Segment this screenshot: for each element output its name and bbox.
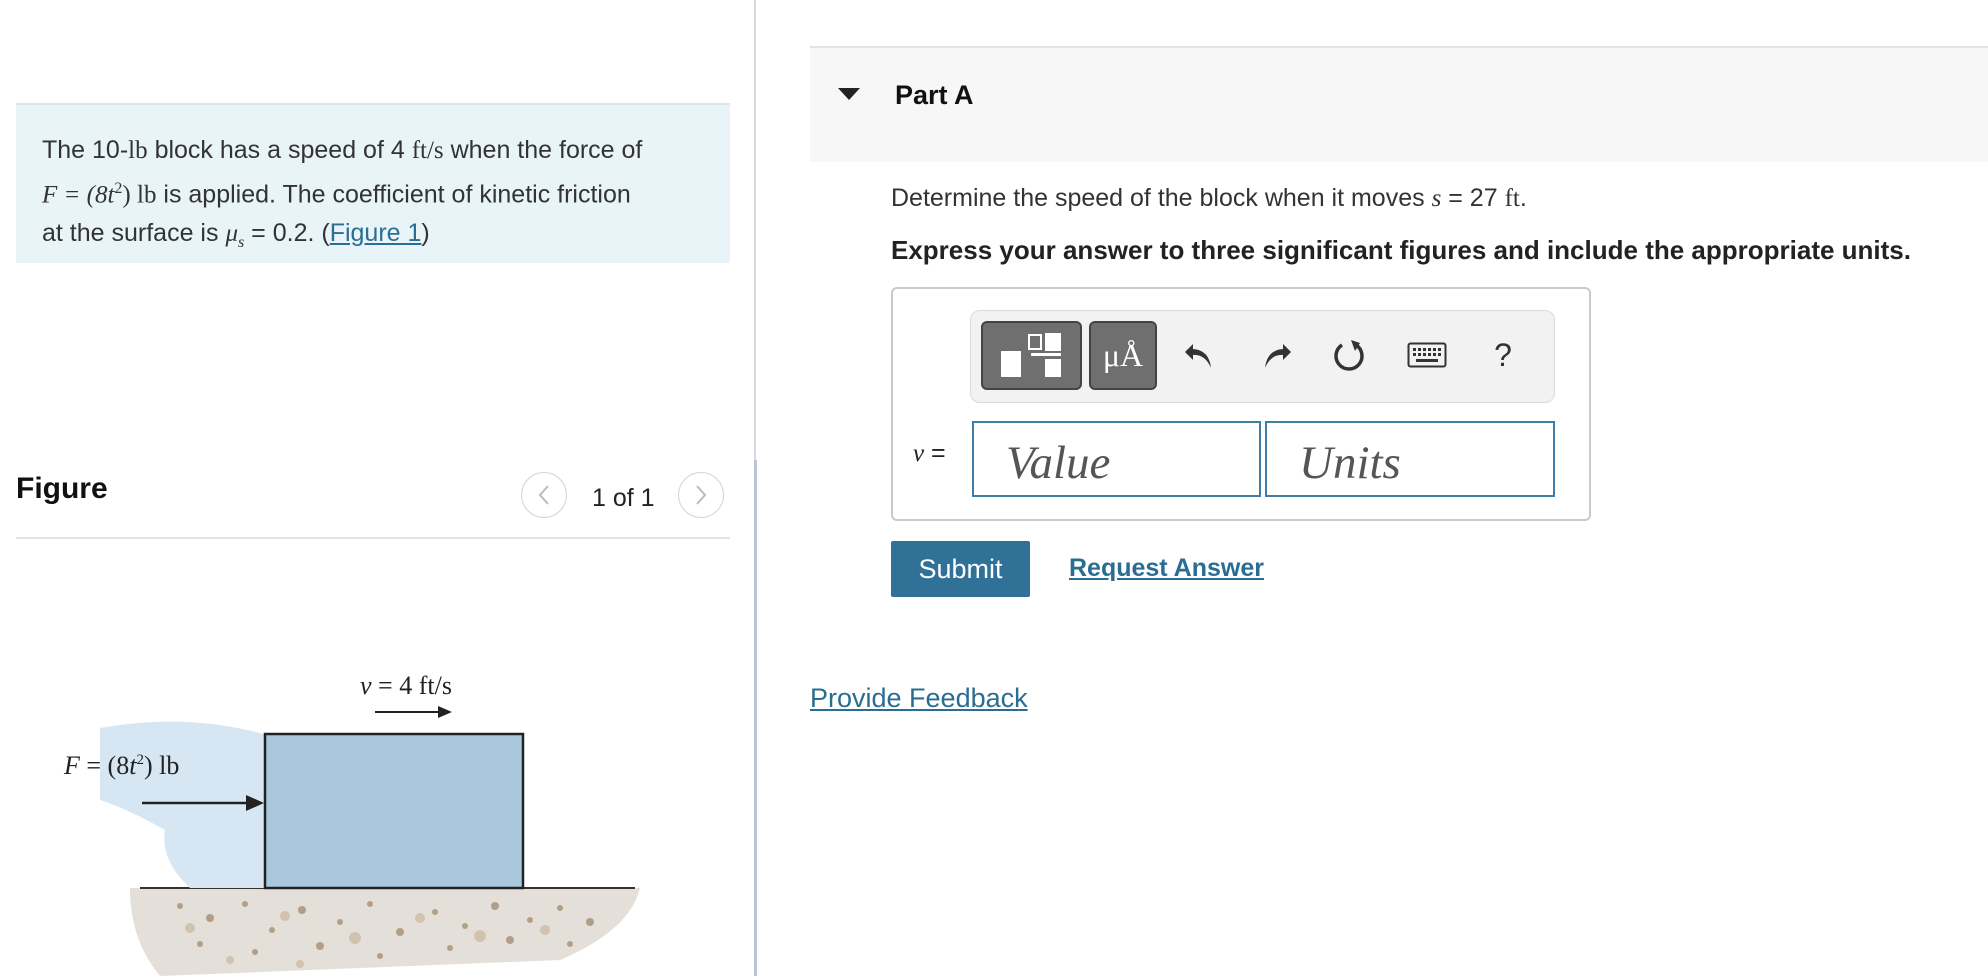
problem-text: block has a speed of 4 bbox=[147, 136, 412, 164]
undo-icon bbox=[1185, 344, 1211, 368]
problem-text: at the surface is bbox=[42, 219, 226, 248]
question-unit: ft bbox=[1504, 185, 1520, 212]
question-text: Determine the speed of the block when it… bbox=[891, 184, 1527, 213]
block bbox=[263, 732, 525, 890]
redo-button[interactable] bbox=[1251, 329, 1303, 381]
mu-symbol: μ bbox=[225, 220, 238, 248]
reset-icon bbox=[1334, 340, 1364, 371]
background-wash bbox=[100, 721, 270, 888]
figure-pager-count: 1 of 1 bbox=[592, 484, 655, 512]
undo-button[interactable] bbox=[1173, 329, 1225, 381]
redo-icon bbox=[1265, 344, 1291, 368]
ground-surface bbox=[130, 887, 640, 976]
question-text-start: Determine the speed of the block when it… bbox=[891, 184, 1432, 212]
value-input[interactable] bbox=[972, 421, 1261, 497]
keyboard-button[interactable] bbox=[1401, 329, 1453, 381]
force-equation: F = (8t bbox=[42, 181, 115, 209]
problem-text: = 0.2. ( bbox=[244, 219, 330, 248]
question-period: . bbox=[1519, 184, 1527, 212]
problem-text: is applied. The coefficient of kinetic f… bbox=[156, 180, 631, 209]
figure-link[interactable]: Figure 1 bbox=[330, 219, 422, 247]
answer-variable-label: v = bbox=[913, 439, 946, 468]
panel-divider-scroll-accent bbox=[754, 460, 757, 976]
question-value: = 27 bbox=[1441, 184, 1505, 212]
problem-text: when the force of bbox=[443, 136, 643, 164]
answer-equals: = bbox=[924, 439, 946, 467]
part-a-header[interactable]: Part A bbox=[810, 46, 1988, 162]
submit-button[interactable]: Submit bbox=[891, 541, 1030, 597]
chevron-left-icon bbox=[538, 485, 549, 505]
figure-divider bbox=[16, 537, 730, 539]
problem-text: The 10- bbox=[42, 136, 129, 164]
force-close: ) lb bbox=[122, 181, 157, 209]
problem-text: ) bbox=[421, 219, 430, 248]
keyboard-icon bbox=[1407, 342, 1447, 368]
next-figure-button[interactable] bbox=[678, 472, 724, 518]
velocity-arrow bbox=[375, 706, 452, 718]
chevron-right-icon bbox=[696, 485, 707, 505]
collapse-triangle-icon[interactable] bbox=[838, 88, 860, 100]
block-diagram-figure: v = 4 ft/s F = (8t2) lb bbox=[63, 671, 640, 976]
fraction-template-icon bbox=[1000, 332, 1061, 377]
units-input[interactable] bbox=[1265, 421, 1555, 497]
problem-statement: The 10-lb block has a speed of 4 ft/s wh… bbox=[16, 103, 730, 263]
question-variable: s bbox=[1431, 185, 1442, 212]
left-panel: The 10-lb block has a speed of 4 ft/s wh… bbox=[0, 0, 755, 976]
figure-heading: Figure bbox=[16, 472, 108, 505]
templates-button[interactable] bbox=[981, 321, 1082, 390]
instruction-text: Express your answer to three significant… bbox=[891, 235, 1911, 265]
force-label: F = (8t2) lb bbox=[63, 751, 179, 780]
unit-lb: lb bbox=[128, 137, 148, 164]
provide-feedback-link[interactable]: Provide Feedback bbox=[810, 683, 1028, 714]
reset-button[interactable] bbox=[1323, 329, 1375, 381]
previous-figure-button[interactable] bbox=[521, 472, 567, 518]
velocity-label: v = 4 ft/s bbox=[360, 671, 452, 700]
help-button[interactable]: ? bbox=[1477, 329, 1529, 381]
answer-variable: v bbox=[913, 440, 925, 467]
symbols-button[interactable]: μÅ bbox=[1089, 321, 1157, 390]
unit-speed: ft/s bbox=[411, 137, 444, 164]
part-title: Part A bbox=[895, 80, 974, 110]
request-answer-link[interactable]: Request Answer bbox=[1069, 554, 1264, 583]
math-toolbar: μÅ ? bbox=[970, 310, 1555, 403]
answer-box: μÅ ? v = Value Units bbox=[891, 287, 1591, 521]
